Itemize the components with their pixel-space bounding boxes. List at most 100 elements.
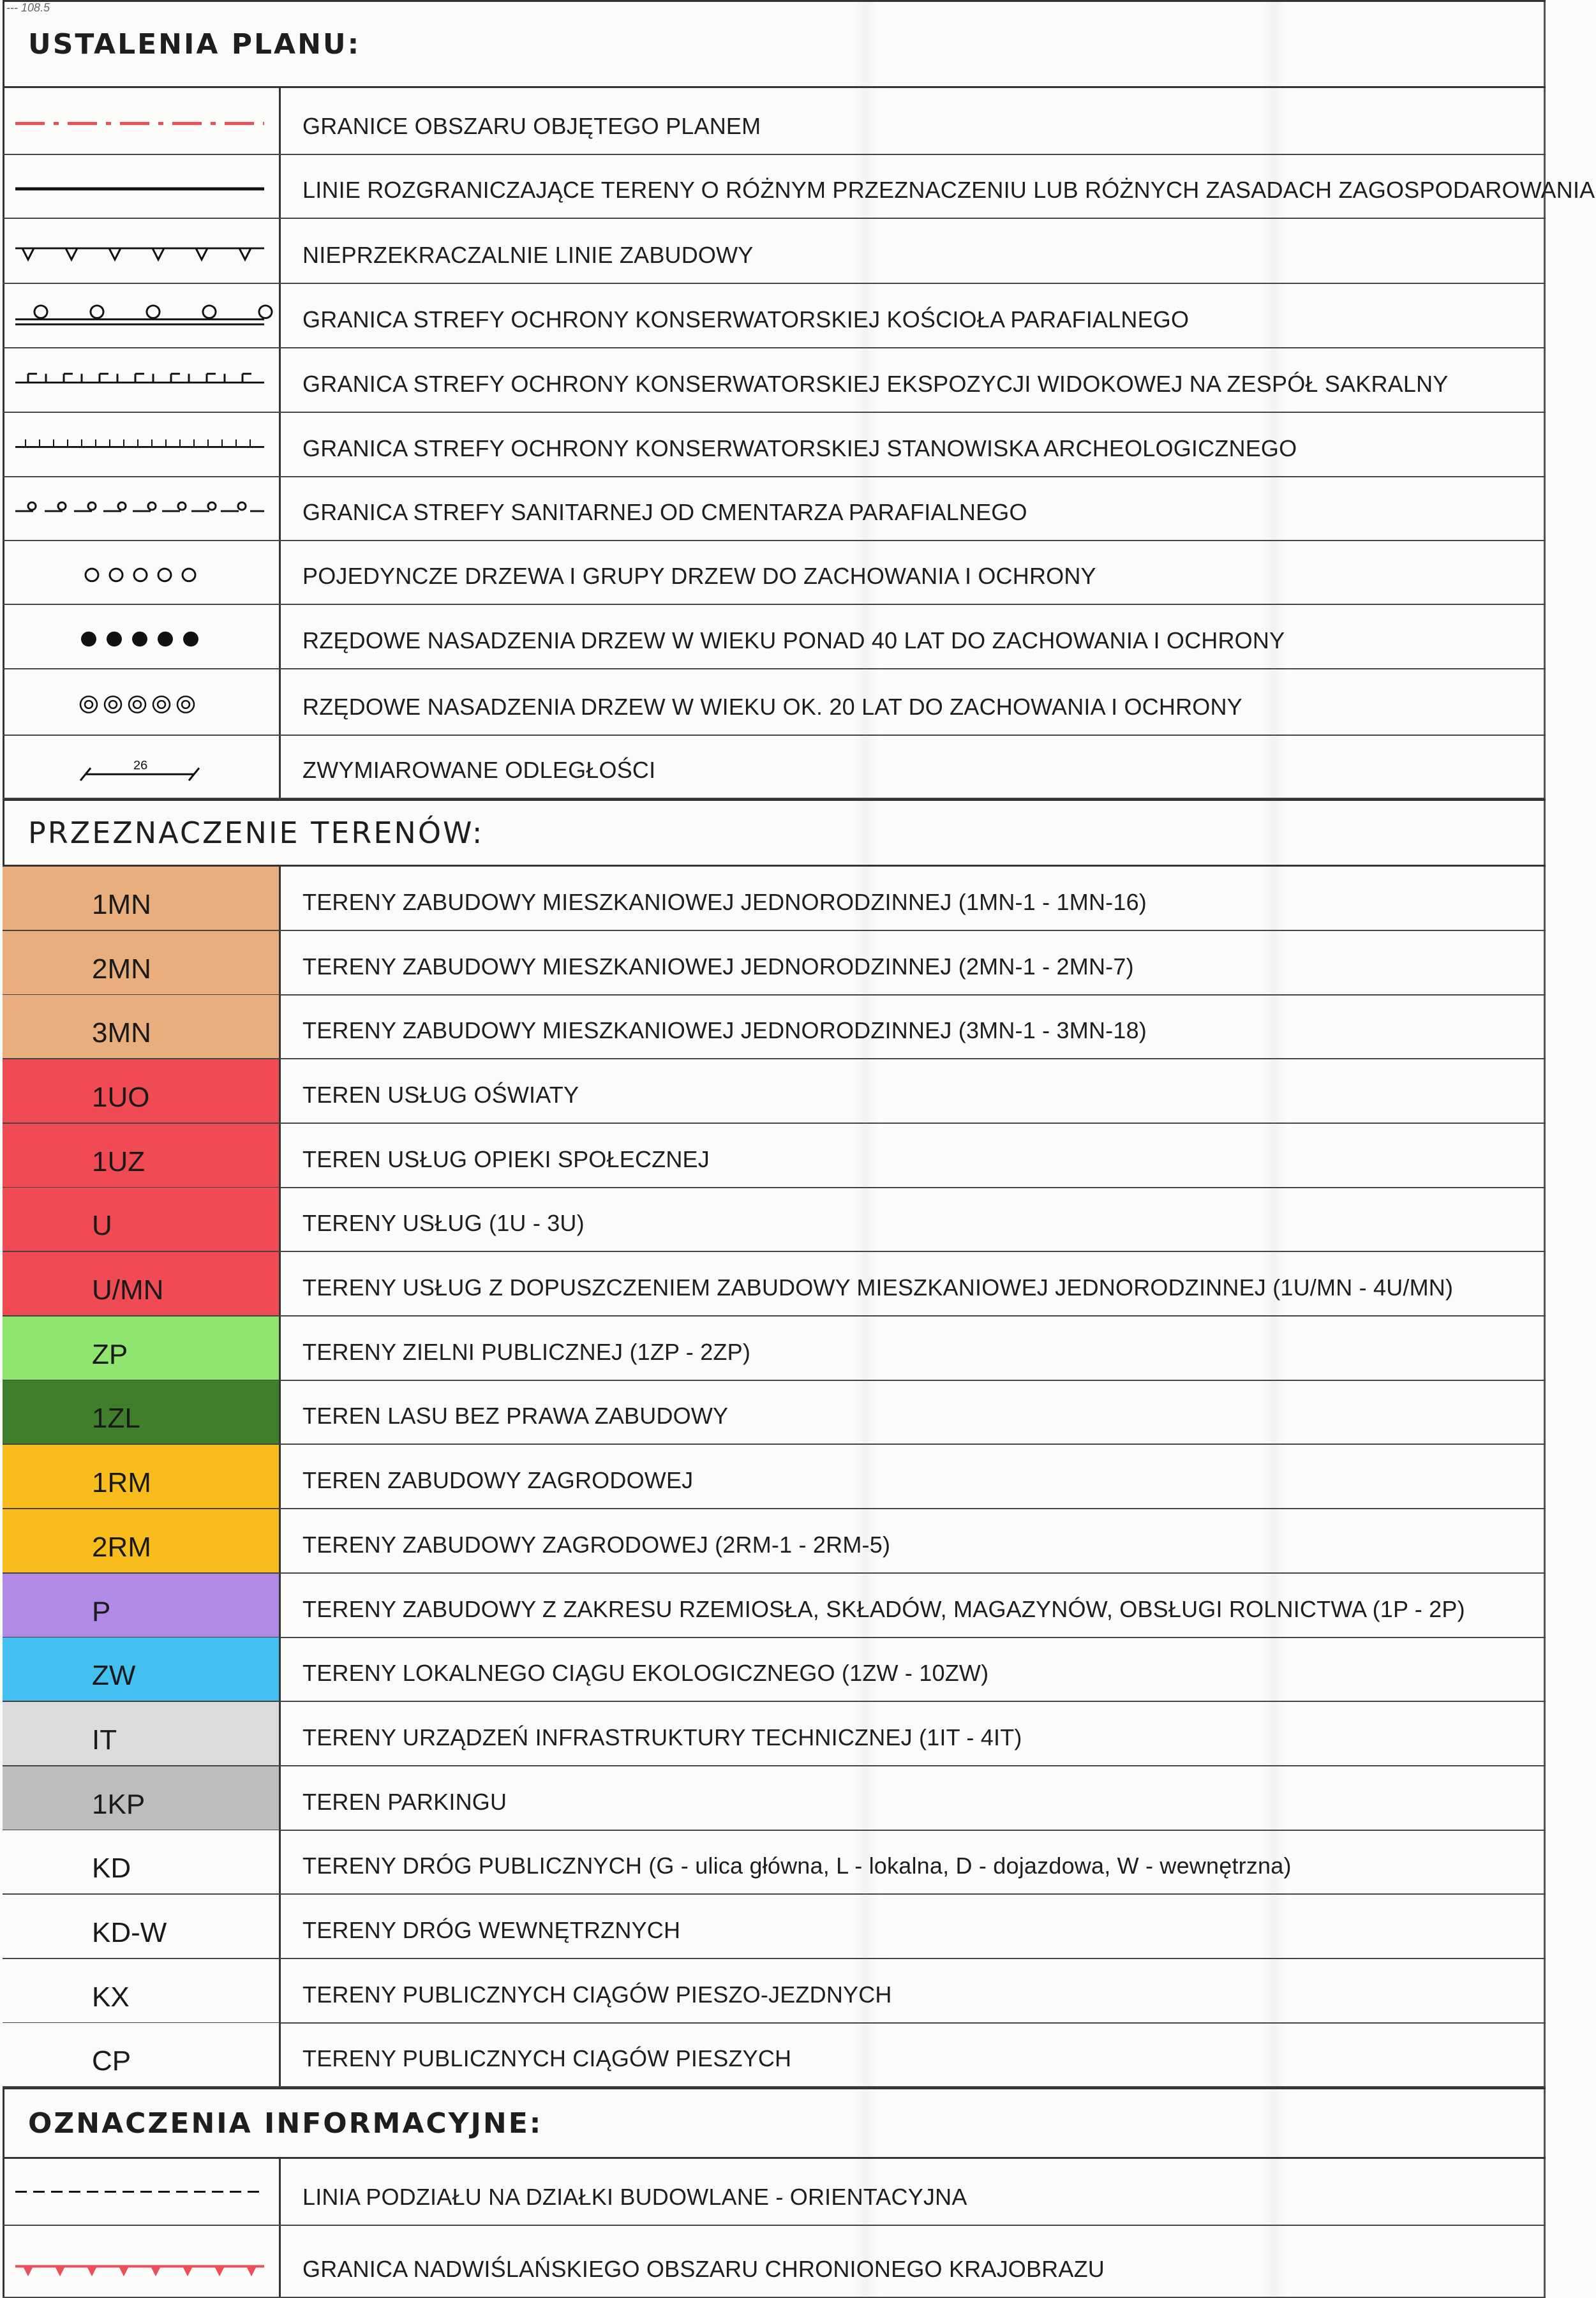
zone-code: U xyxy=(92,1210,112,1241)
zone-code: KD-W xyxy=(92,1917,167,1948)
legend-description: TERENY DRÓG PUBLICZNYCH (G - ulica główn… xyxy=(302,1853,1292,1879)
section-heading-oznaczenia: OZNACZENIA INFORMACYJNE: xyxy=(3,2087,1546,2159)
legend-description: TERENY URZĄDZEŃ INFRASTRUKTURY TECHNICZN… xyxy=(302,1724,1022,1750)
zone-code: 2MN xyxy=(92,953,151,985)
zone-row: 3MN TERENY ZABUDOWY MIESZKANIOWEJ JEDNORO… xyxy=(3,995,1546,1059)
section-heading-ustalenia: USTALENIA PLANU: xyxy=(3,0,1546,88)
legend-description: LINIA PODZIAŁU NA DZIAŁKI BUDOWLANE - OR… xyxy=(302,2184,967,2210)
legend-row: NIEPRZEKRACZALNIE LINIE ZABUDOWY xyxy=(3,219,1546,284)
legend-row: LINIA PODZIAŁU NA DZIAŁKI BUDOWLANE - OR… xyxy=(3,2159,1546,2226)
zone-color-swatch: P xyxy=(3,1574,281,1637)
dimension-value: 26 xyxy=(133,759,147,773)
zone-code: ZW xyxy=(92,1660,136,1691)
legend-description: TERENY ZIELNI PUBLICZNEJ (1ZP - 2ZP) xyxy=(302,1339,751,1365)
legend-description: GRANICA STREFY OCHRONY KONSERWATORSKIEJ … xyxy=(302,435,1297,461)
zone-code: CP xyxy=(92,2045,131,2077)
zone-color-swatch: ZW xyxy=(3,1638,281,1701)
zone-row: 1KP TEREN PARKINGU xyxy=(3,1766,1546,1831)
legend-row: POJEDYNCZE DRZEWA I GRUPY DRZEW DO ZACHO… xyxy=(3,541,1546,605)
legend-description: TEREN USŁUG OPIEKI SPOŁECZNEJ xyxy=(302,1146,710,1172)
zone-row: KD-W TERENY DRÓG WEWNĘTRZNYCH xyxy=(3,1895,1546,1959)
legend-description: TERENY PUBLICZNYCH CIĄGÓW PIESZYCH xyxy=(302,2045,792,2071)
zone-row: 1UZ TEREN USŁUG OPIEKI SPOŁECZNEJ xyxy=(3,1124,1546,1188)
dimension-line-symbol: 26 xyxy=(3,736,281,798)
zone-code: 1RM xyxy=(92,1467,151,1498)
legend-description: TERENY ZABUDOWY MIESZKANIOWEJ JEDNORODZI… xyxy=(302,953,1134,980)
zone-row: ZP TERENY ZIELNI PUBLICZNEJ (1ZP - 2ZP) xyxy=(3,1317,1546,1381)
zone-row: 1MN TERENY ZABUDOWY MIESZKANIOWEJ JEDNORO… xyxy=(3,867,1546,931)
zone-code: 1ZL xyxy=(92,1403,140,1434)
dot-dash-line-symbol xyxy=(3,477,281,540)
zone-code: ZP xyxy=(92,1339,128,1370)
zone-code: KD xyxy=(92,1853,131,1884)
tick-line-symbol xyxy=(3,413,281,476)
legend-description: TERENY ZABUDOWY MIESZKANIOWEJ JEDNORODZI… xyxy=(302,1017,1147,1043)
zone-color-swatch: 1RM xyxy=(3,1445,281,1508)
zone-color-swatch: U/MN xyxy=(3,1252,281,1315)
legend-description: TERENY ZABUDOWY ZAGRODOWEJ (2RM-1 - 2RM-… xyxy=(302,1532,891,1558)
zone-row: 1UO TEREN USŁUG OŚWIATY xyxy=(3,1059,1546,1124)
zone-color-swatch: ZP xyxy=(3,1317,281,1380)
dashed-black-line-symbol xyxy=(3,2159,281,2225)
zone-color-swatch: KD-W xyxy=(3,1895,281,1958)
zone-code: IT xyxy=(92,1724,117,1756)
notch-line-symbol xyxy=(3,348,281,412)
legend-description: LINIE ROZGRANICZAJĄCE TERENY O RÓŻNYM PR… xyxy=(302,177,1595,203)
zone-color-swatch: 1MN xyxy=(3,867,281,930)
legend-description: TEREN LASU BEZ PRAWA ZABUDOWY xyxy=(302,1403,729,1429)
zone-color-swatch: CP xyxy=(3,2023,281,2086)
zone-color-swatch: 1UZ xyxy=(3,1124,281,1187)
section-heading-przeznaczenie: PRZEZNACZENIE TERENÓW: xyxy=(3,799,1546,867)
legend-row: RZĘDOWE NASADZENIA DRZEW W WIEKU OK. 20 … xyxy=(3,669,1546,736)
dash-dot-red-line-symbol xyxy=(3,88,281,154)
legend-description: GRANICA STREFY SANITARNEJ OD CMENTARZA P… xyxy=(302,499,1027,525)
legend-row: GRANICA STREFY OCHRONY KONSERWATORSKIEJ … xyxy=(3,348,1546,413)
zone-row: IT TERENY URZĄDZEŃ INFRASTRUKTURY TECHNIC… xyxy=(3,1702,1546,1766)
zone-color-swatch: KX xyxy=(3,1959,281,2022)
zone-code: 1KP xyxy=(92,1789,145,1820)
zone-row: U/MN TERENY USŁUG Z DOPUSZCZENIEM ZABUDOW… xyxy=(3,1252,1546,1317)
legend-row: GRANICE OBSZARU OBJĘTEGO PLANEM xyxy=(3,88,1546,155)
zone-code: 1UO xyxy=(92,1082,150,1113)
legend-row: LINIE ROZGRANICZAJĄCE TERENY O RÓŻNYM PR… xyxy=(3,155,1595,219)
zone-row: 1ZL TEREN LASU BEZ PRAWA ZABUDOWY xyxy=(3,1380,1546,1445)
zone-row: 2RM TERENY ZABUDOWY ZAGRODOWEJ (2RM-1 - 2… xyxy=(3,1509,1546,1574)
zone-color-swatch: 1UO xyxy=(3,1059,281,1123)
legend-row: RZĘDOWE NASADZENIA DRZEW W WIEKU PONAD 4… xyxy=(3,605,1546,669)
triangle-line-symbol xyxy=(3,219,281,283)
zone-code: KX xyxy=(92,1981,130,2013)
zone-code: 3MN xyxy=(92,1017,151,1048)
legend-row: GRANICA NADWIŚLAŃSKIEGO OBSZARU CHRONION… xyxy=(3,2226,1546,2298)
legend-description: GRANICA STREFY OCHRONY KONSERWATORSKIEJ … xyxy=(302,371,1449,397)
zone-color-swatch: 1KP xyxy=(3,1766,281,1830)
zone-code: U/MN xyxy=(92,1274,164,1306)
legend-description: TEREN USŁUG OŚWIATY xyxy=(302,1082,579,1108)
zone-row: ZW TERENY LOKALNEGO CIĄGU EKOLOGICZNEGO (… xyxy=(3,1638,1546,1702)
zone-color-swatch: 2RM xyxy=(3,1509,281,1572)
legend-description: TERENY USŁUG (1U - 3U) xyxy=(302,1210,585,1236)
zone-row: CP TERENY PUBLICZNYCH CIĄGÓW PIESZYCH xyxy=(3,2023,1546,2087)
zone-code: 2RM xyxy=(92,1532,151,1563)
zone-color-swatch: KD xyxy=(3,1830,281,1893)
legend-description: ZWYMIAROWANE ODLEGŁOŚCI xyxy=(302,757,656,783)
legend-description: TERENY PUBLICZNYCH CIĄGÓW PIESZO-JEZDNYC… xyxy=(302,1981,892,2008)
zone-row: 2MN TERENY ZABUDOWY MIESZKANIOWEJ JEDNORO… xyxy=(3,931,1546,996)
ringed-circles-symbol xyxy=(3,669,281,735)
open-circles-symbol xyxy=(3,541,281,604)
zone-row: U TERENY USŁUG (1U - 3U) xyxy=(3,1188,1546,1252)
zone-code: 1UZ xyxy=(92,1146,145,1177)
zone-row: KD TERENY DRÓG PUBLICZNYCH (G - ulica głó… xyxy=(3,1830,1546,1895)
legend-row: GRANICA STREFY OCHRONY KONSERWATORSKIEJ … xyxy=(3,413,1546,477)
zone-code: P xyxy=(92,1596,111,1627)
legend-row: GRANICA STREFY SANITARNEJ OD CMENTARZA P… xyxy=(3,477,1546,541)
legend-row: 26 ZWYMIAROWANE ODLEGŁOŚCI xyxy=(3,736,1546,799)
red-triangle-line-symbol xyxy=(3,2226,281,2297)
zone-row: P TERENY ZABUDOWY Z ZAKRESU RZEMIOSŁA, SK… xyxy=(3,1574,1546,1638)
legend-description: POJEDYNCZE DRZEWA I GRUPY DRZEW DO ZACHO… xyxy=(302,563,1096,589)
zone-row: 1RM TEREN ZABUDOWY ZAGRODOWEJ xyxy=(3,1445,1546,1509)
zone-color-swatch: U xyxy=(3,1188,281,1251)
legend-description: TERENY ZABUDOWY MIESZKANIOWEJ JEDNORODZI… xyxy=(302,889,1147,915)
filled-circles-symbol xyxy=(3,605,281,668)
legend-description: TERENY LOKALNEGO CIĄGU EKOLOGICZNEGO (1Z… xyxy=(302,1660,989,1686)
zone-color-swatch: 1ZL xyxy=(3,1380,281,1444)
